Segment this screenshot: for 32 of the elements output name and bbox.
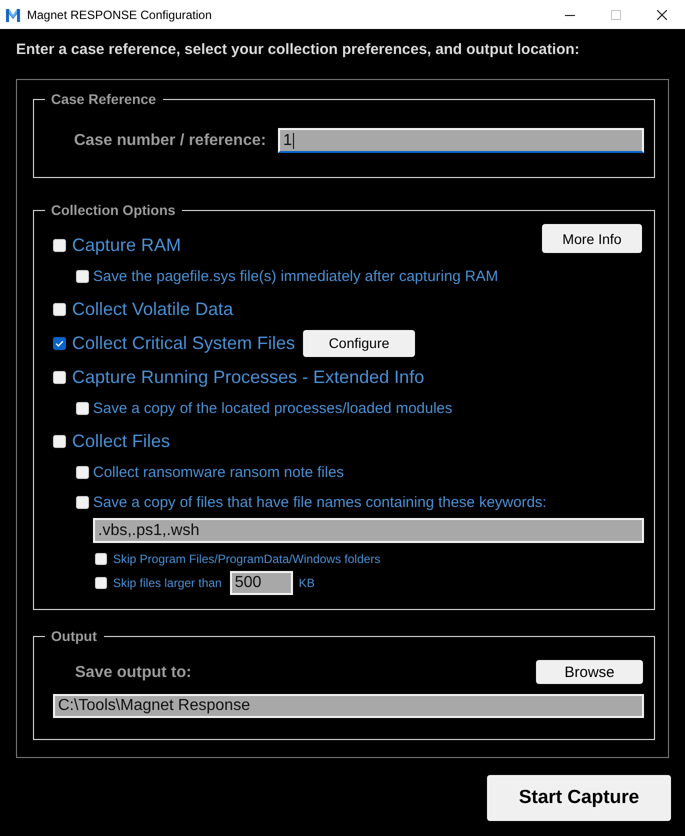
case-number-label: Case number / reference: bbox=[74, 130, 266, 150]
keywords-field[interactable]: .vbs,.ps1,.wsh bbox=[93, 518, 644, 543]
close-icon bbox=[657, 10, 667, 20]
option-label: Capture Running Processes - Extended Info bbox=[72, 366, 424, 388]
window-title: Magnet RESPONSE Configuration bbox=[27, 8, 212, 22]
checkbox[interactable] bbox=[53, 336, 66, 350]
size-limit-field[interactable]: 500 bbox=[230, 571, 293, 595]
size-unit-label: KB bbox=[298, 575, 315, 591]
option-label: Collect Critical System Files bbox=[72, 332, 296, 354]
maximize-icon bbox=[611, 10, 621, 20]
option-label: Save the pagefile.sys file(s) immediately after capturing RAM bbox=[93, 266, 498, 286]
save-output-label: Save output to: bbox=[75, 663, 192, 683]
text-cursor-icon bbox=[292, 132, 294, 148]
option-label: Collect ransomware ransom note files bbox=[93, 462, 344, 482]
more-info-button[interactable]: More Info bbox=[542, 224, 642, 253]
option-label: Capture RAM bbox=[72, 234, 182, 256]
option-label: Skip Program Files/ProgramData/Windows folders bbox=[113, 551, 380, 567]
option-label: Collect Volatile Data bbox=[72, 298, 234, 320]
case-number-field[interactable]: 1 bbox=[278, 128, 644, 153]
output-path-field[interactable]: C:\Tools\Magnet Response bbox=[53, 694, 644, 718]
option-label: Save a copy of the located processes/loaded modules bbox=[93, 398, 452, 418]
configure-button[interactable]: Configure bbox=[303, 330, 416, 356]
app-logo-icon bbox=[5, 6, 21, 22]
group-legend: Output bbox=[45, 626, 104, 646]
option-label: Save a copy of files that have file names containing these keywords: bbox=[93, 492, 547, 512]
browse-button[interactable]: Browse bbox=[536, 660, 643, 684]
start-capture-button[interactable]: Start Capture bbox=[487, 775, 671, 821]
option-label: Skip files larger than bbox=[113, 575, 222, 591]
option-label: Collect Files bbox=[72, 430, 170, 452]
instructions-heading: Enter a case reference, select your collection preferences, and output location: bbox=[16, 40, 581, 60]
group-legend: Collection Options bbox=[45, 200, 182, 220]
group-legend: Case Reference bbox=[45, 89, 164, 109]
